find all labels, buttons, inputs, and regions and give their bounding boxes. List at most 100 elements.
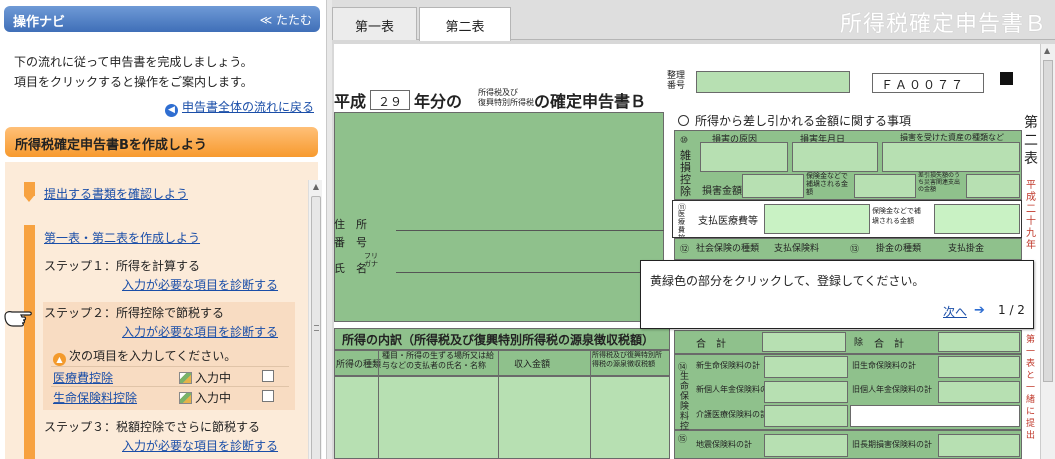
asset-field[interactable]: [882, 142, 1020, 172]
back-link-label: 申告書全体の流れに戻る: [181, 100, 314, 114]
income-kind-header: 所得の種類: [336, 360, 382, 370]
life-pension-field[interactable]: [764, 381, 848, 403]
social-total-label: 合 計: [696, 339, 726, 350]
income-col-divider: [378, 350, 379, 459]
medical-comp-field[interactable]: [934, 204, 1020, 234]
furigana-1: フリ: [364, 252, 378, 260]
guide-tooltip: 黄緑色の部分をクリックして、登録してください。 次へ ➔ 1 / 2: [640, 260, 1034, 329]
back-to-overview-link[interactable]: ◀ 申告書全体の流れに戻る: [164, 98, 314, 117]
side-ni: 二: [1024, 133, 1038, 149]
social-total-field[interactable]: [762, 332, 846, 352]
eq-field[interactable]: [764, 434, 848, 457]
tab-sheet2[interactable]: 第二表: [419, 7, 511, 41]
tooltip-text: 黄緑色の部分をクリックして、登録してください。: [650, 274, 925, 288]
casualty-num: ⑩: [680, 136, 689, 146]
form-scrollbar[interactable]: ▲: [1040, 44, 1055, 459]
confirm-documents-link[interactable]: 提出する書類を確認しよう: [44, 185, 188, 202]
intro-text-line2: 項目をクリックすると操作をご案内します。: [14, 75, 253, 89]
income-amount-header: 収入金額: [514, 360, 551, 370]
corner-mark: [1000, 72, 1013, 85]
life-blank-cell: [850, 405, 1020, 427]
insurance-comp-field[interactable]: [854, 174, 916, 198]
zyo-label: 除: [854, 338, 864, 348]
tax-form-sheet2: 整理 番号 ＦＡ００７７ 平成 ２９ 年分の 所得税及び 復興特別所得税 の確定申告…: [334, 44, 1040, 459]
tooltip-page-indicator: 1 / 2: [998, 303, 1025, 317]
step2-label: ステップ２：所得控除で節税する: [44, 306, 225, 320]
year-suffix: 年分の: [414, 92, 463, 111]
collapse-up-icon[interactable]: ▲: [53, 353, 66, 366]
flow-marker-bottom: [24, 225, 35, 459]
social-num: ⑫: [680, 245, 690, 255]
loss-amount-field[interactable]: [742, 174, 804, 198]
form-area: 第一表 第二表 所得税確定申告書Ｂ 整理 番号 ＦＡ００７７ 平成 ２９ 年分の …: [332, 0, 1055, 459]
small-tax-label: 所得税及び 復興特別所得税: [478, 88, 534, 108]
life-old-pension-field[interactable]: [938, 381, 1020, 403]
number-label: 番 号: [334, 236, 367, 249]
edit-pencil-icon: [179, 392, 192, 404]
flow-marker-top: [24, 182, 35, 196]
income-entries[interactable]: [334, 376, 670, 459]
next-arrow-icon[interactable]: ➔: [974, 303, 985, 318]
circle-icon: [678, 115, 689, 126]
input-status: 入力中: [179, 389, 231, 406]
disaster-cost-field[interactable]: [966, 174, 1020, 198]
doc-name: の確定申告書Ｂ: [534, 92, 647, 111]
life-insurance-deduction-link[interactable]: 生命保険料控除: [53, 389, 137, 406]
nav-input-row: 医療費控除 入力中: [51, 366, 289, 386]
life-old-field[interactable]: [938, 356, 1020, 378]
side-hyo: 表: [1024, 151, 1038, 167]
deduction-heading: 所得から差し引かれる金額に関する事項: [678, 112, 911, 129]
tooltip-next-link[interactable]: 次へ: [943, 303, 967, 320]
life-row-old: 旧生命保険料の計: [852, 361, 916, 370]
scroll-up-arrow-icon[interactable]: ▲: [1044, 46, 1050, 55]
eq-row: 地震保険料の計: [696, 440, 752, 449]
form-code: ＦＡ００７７: [872, 73, 984, 93]
medical-deduction-checkbox[interactable]: [262, 370, 274, 382]
taxpayer-info-block: [334, 112, 664, 322]
kakekin-total-field[interactable]: [938, 332, 1020, 352]
pointing-hand-icon: [4, 311, 32, 327]
step1-diagnose-link[interactable]: 入力が必要な項目を診断する: [122, 276, 278, 293]
side-dai: 第: [1024, 115, 1038, 131]
cause-field[interactable]: [700, 142, 788, 172]
income-heading: 所得の内訳（所得税及び復興特別所得税の源泉徴収税額）: [342, 333, 655, 347]
social-kind-label: 社会保険の種類: [696, 244, 760, 254]
income-col-divider: [590, 350, 591, 459]
medical-comp-label: 保険金などで補塡される金額: [872, 207, 921, 225]
nav-scroll-thumb[interactable]: [311, 196, 321, 459]
tab-bar: 第一表 第二表 所得税確定申告書Ｂ: [332, 0, 1055, 41]
scroll-up-arrow-icon[interactable]: ▲: [309, 180, 323, 194]
kakekin-paid-label: 支払掛金: [948, 244, 985, 254]
life-new-field[interactable]: [764, 356, 848, 378]
step3-diagnose-link[interactable]: 入力が必要な項目を診断する: [122, 437, 278, 454]
input-prompt: ▲ 次の項目を入力してください。: [53, 347, 236, 366]
collapse-button[interactable]: ≪ たたむ: [260, 11, 312, 28]
date-field[interactable]: [792, 142, 878, 172]
medical-paid-label: 支払医療費等: [698, 216, 758, 227]
life-insurance-checkbox[interactable]: [262, 390, 274, 402]
step3-label: ステップ３：税額控除でさらに節税する: [44, 420, 261, 434]
life-care-field[interactable]: [764, 405, 848, 427]
year-field: ２９: [370, 90, 410, 110]
eq-old-field[interactable]: [938, 434, 1020, 457]
tab-sheet1[interactable]: 第一表: [332, 7, 417, 40]
step2-diagnose-link[interactable]: 入力が必要な項目を診断する: [122, 323, 278, 340]
nav-header: 操作ナビ ≪ たたむ: [4, 6, 320, 32]
seiri-number-field: [696, 71, 850, 93]
form-scroll-thumb[interactable]: [1043, 60, 1053, 382]
insurance-comp-label: 保険金などで補塡される金額: [806, 172, 848, 196]
income-col-divider: [498, 350, 499, 459]
address-label: 住 所: [334, 218, 367, 231]
input-prompt-text: 次の項目を入力してください。: [69, 349, 237, 363]
life-row-old-pension: 旧個人年金保険料の計: [852, 385, 932, 394]
seiri-label: 整理 番号: [667, 71, 685, 91]
kakekin-total-label: 合 計: [874, 339, 904, 350]
income-payer-header: 種目・所得の生ずる場所又は給与などの支払者の氏名・名称: [382, 351, 494, 370]
casualty-label: 雑損控除: [680, 149, 691, 198]
life-row-care: 介護医療保険料の計: [696, 410, 768, 419]
side-year-label: 平成二十九年: [1026, 180, 1036, 251]
medical-deduction-link[interactable]: 医療費控除: [53, 369, 113, 386]
medical-paid-field[interactable]: [764, 204, 870, 234]
nav-scrollbar[interactable]: ▲: [308, 180, 322, 459]
create-forms-link[interactable]: 第一表・第二表を作成しよう: [44, 229, 200, 246]
